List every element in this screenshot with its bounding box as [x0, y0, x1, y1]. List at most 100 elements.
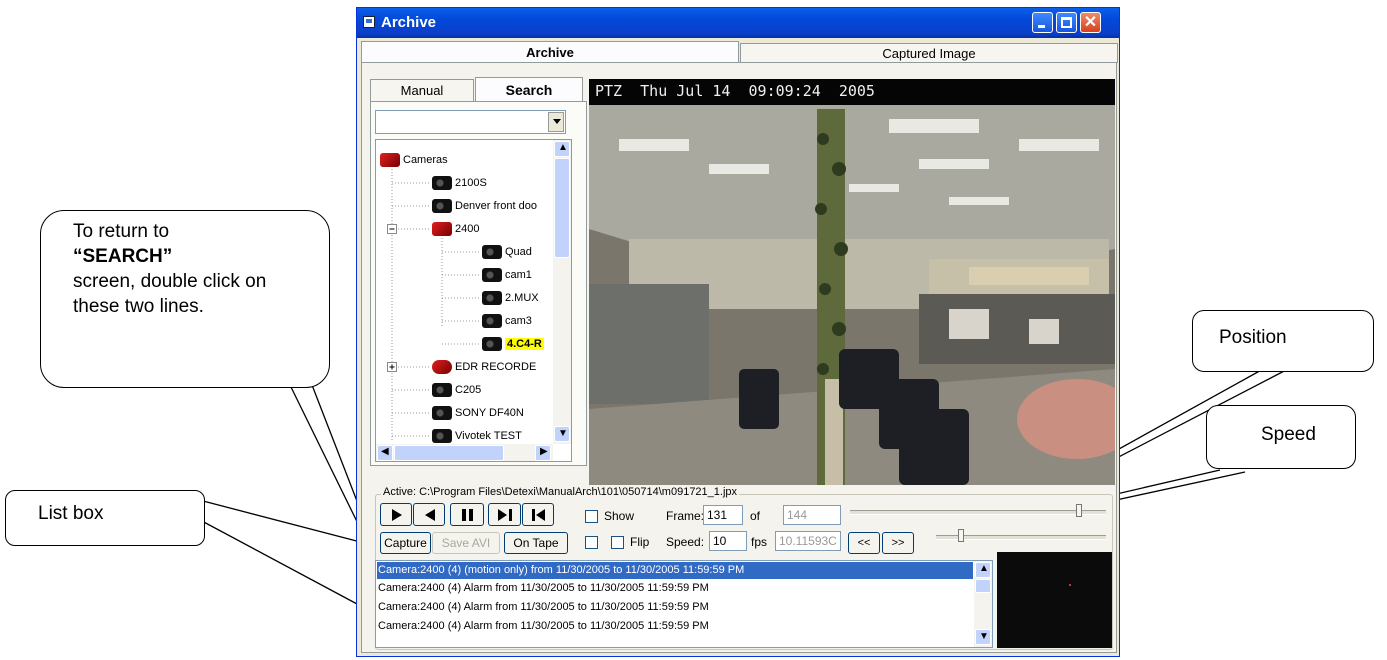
first-frame-icon — [536, 509, 545, 521]
tree-node-sony-df40n[interactable]: SONY DF40N — [432, 405, 524, 421]
frame-field[interactable]: 131 — [703, 505, 743, 525]
video-timestamp-overlay: PTZ Thu Jul 14 09:09:24 2005 — [595, 82, 875, 100]
chevron-down-icon: ▼ — [979, 631, 989, 642]
speed-slider[interactable] — [936, 529, 1108, 545]
next-frame-button[interactable] — [488, 503, 521, 526]
list-scroll-down-button[interactable]: ▼ — [975, 629, 991, 645]
camera-icon — [432, 383, 452, 398]
tree-node-cam1[interactable]: cam1 — [482, 267, 532, 283]
save-avi-button[interactable]: Save AVI — [432, 532, 500, 554]
fast-forward-button[interactable]: >> — [882, 532, 914, 554]
play-button[interactable] — [380, 503, 412, 526]
list-vertical-scrollbar[interactable]: ▲ ▼ — [974, 561, 992, 647]
video-display[interactable]: PTZ Thu Jul 14 09:09:24 2005 — [589, 79, 1115, 485]
first-frame-bar — [532, 509, 535, 521]
capture-label: Capture — [384, 536, 427, 550]
camera-icon — [482, 291, 502, 306]
tree-node-c205[interactable]: C205 — [432, 382, 481, 398]
maximize-button[interactable] — [1056, 12, 1077, 33]
first-frame-button[interactable] — [522, 503, 554, 526]
show-checkbox[interactable] — [585, 510, 598, 523]
tab-manual[interactable]: Manual — [370, 79, 474, 102]
tree-node-2100s[interactable]: 2100S — [432, 175, 487, 191]
tab-search[interactable]: Search — [475, 77, 583, 102]
fps-value-field: 10.11593C — [775, 531, 841, 551]
camera-icon — [432, 429, 452, 444]
camera-icon — [432, 199, 452, 214]
frame-label: Frame: — [666, 509, 705, 523]
chevron-down-icon[interactable] — [548, 112, 564, 132]
speed-callout: Speed — [1206, 405, 1356, 469]
camera-icon — [482, 337, 502, 352]
close-button[interactable]: ✕ — [1080, 12, 1101, 33]
active-file-path: Active: C:\Program Files\Detexi\ManualAr… — [381, 486, 740, 498]
list-scroll-up-button[interactable]: ▲ — [975, 562, 991, 578]
on-tape-label: On Tape — [513, 536, 559, 550]
tree-node-edr-recorder[interactable]: EDR RECORDE — [432, 359, 536, 375]
maximize-icon — [1061, 17, 1072, 28]
tree-node-label: Cameras — [403, 154, 448, 166]
scroll-up-button[interactable]: ▲ — [554, 141, 570, 157]
tree-horizontal-scrollbar[interactable]: ◀ ▶ — [376, 444, 553, 461]
tree-node-label: Quad — [505, 246, 532, 258]
folder-camera-icon — [432, 222, 452, 237]
tab-archive[interactable]: Archive — [361, 41, 739, 63]
position-slider[interactable] — [850, 504, 1108, 520]
tree-node-2400[interactable]: 2400 — [432, 221, 479, 237]
search-callout-bold: “SEARCH” — [73, 246, 173, 267]
camera-filter-combo[interactable] — [375, 110, 566, 134]
of-label: of — [750, 509, 761, 523]
scroll-down-button[interactable]: ▼ — [554, 426, 570, 442]
flip-checkbox[interactable] — [611, 536, 624, 549]
camera-icon — [482, 314, 502, 329]
tree-node-label-selected: 4.C4-R — [505, 338, 544, 350]
tab-captured-image[interactable]: Captured Image — [740, 43, 1118, 63]
tree-node-cameras[interactable]: Cameras — [380, 152, 448, 168]
fps-label: fps — [751, 535, 768, 549]
tree-node-label: 2400 — [455, 223, 480, 235]
title-bar[interactable]: Archive ✕ — [357, 8, 1119, 38]
scroll-right-button[interactable]: ▶ — [535, 445, 551, 461]
speed-field[interactable]: 10 — [709, 531, 747, 551]
save-avi-label: Save AVI — [441, 536, 491, 550]
camera-tree[interactable]: Cameras 2100S Denver front doo 2400 Quad… — [375, 139, 572, 462]
archive-list-box[interactable]: Camera:2400 (4) (motion only) from 11/30… — [375, 560, 993, 648]
camera-icon — [432, 406, 452, 421]
next-frame-bar — [509, 509, 512, 521]
total-frames-field: 144 — [783, 505, 841, 525]
list-item[interactable]: Camera:2400 (4) Alarm from 11/30/2005 to… — [378, 580, 709, 597]
tree-node-2-mux[interactable]: 2.MUX — [482, 290, 539, 306]
fast-forward-label: >> — [891, 537, 905, 549]
list-item[interactable]: Camera:2400 (4) Alarm from 11/30/2005 to… — [378, 618, 709, 635]
capture-button[interactable]: Capture — [380, 532, 431, 554]
scroll-left-button[interactable]: ◀ — [377, 445, 393, 461]
minimize-button[interactable] — [1032, 12, 1053, 33]
tree-node-vivotek-test[interactable]: Vivotek TEST — [432, 428, 522, 444]
tree-hscroll-thumb[interactable] — [394, 445, 504, 461]
rewind-button[interactable]: << — [848, 532, 880, 554]
tree-node-quad[interactable]: Quad — [482, 244, 532, 260]
tree-scroll-thumb[interactable] — [554, 158, 570, 258]
tree-node-denver-front-door[interactable]: Denver front doo — [432, 198, 537, 214]
position-slider-thumb[interactable] — [1076, 504, 1082, 517]
tree-node-label: Denver front doo — [455, 200, 537, 212]
list-scroll-thumb[interactable] — [975, 579, 991, 593]
chevron-up-icon: ▲ — [979, 563, 989, 574]
speed-slider-thumb[interactable] — [958, 529, 964, 542]
unlabeled-checkbox[interactable] — [585, 536, 598, 549]
preview-thumbnail — [997, 552, 1112, 648]
tree-vertical-scrollbar[interactable]: ▲ ▼ — [553, 140, 571, 444]
camera-icon — [482, 245, 502, 260]
step-back-button[interactable] — [413, 503, 445, 526]
pause-button[interactable] — [450, 503, 484, 526]
folder-camera-icon — [380, 153, 400, 168]
tree-node-label: SONY DF40N — [455, 407, 524, 419]
tree-node-4-c4-r[interactable]: 4.C4-R — [482, 336, 544, 352]
on-tape-button[interactable]: On Tape — [504, 532, 568, 554]
tree-node-label: Vivotek TEST — [455, 430, 522, 442]
tree-node-cam3[interactable]: cam3 — [482, 313, 532, 329]
archive-window: Archive ✕ Archive Captured Image Manual … — [356, 7, 1120, 657]
list-item[interactable]: Camera:2400 (4) (motion only) from 11/30… — [378, 562, 744, 579]
list-item[interactable]: Camera:2400 (4) Alarm from 11/30/2005 to… — [378, 599, 709, 616]
pause-icon — [462, 509, 466, 521]
